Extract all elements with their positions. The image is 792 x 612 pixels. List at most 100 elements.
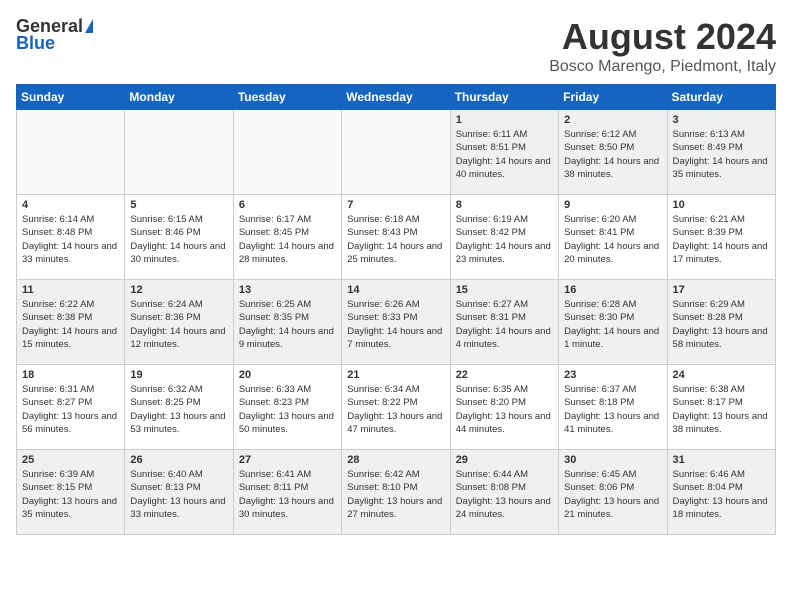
day-number: 21 (347, 369, 444, 381)
calendar-table: SundayMondayTuesdayWednesdayThursdayFrid… (16, 84, 776, 535)
day-of-week-header: Wednesday (342, 85, 450, 110)
calendar-cell: 25 Sunrise: 6:39 AM Sunset: 8:15 PM Dayli… (17, 450, 125, 535)
day-info: Sunrise: 6:13 AM Sunset: 8:49 PM Dayligh… (673, 128, 770, 181)
logo-triangle-icon (85, 19, 93, 33)
day-info: Sunrise: 6:25 AM Sunset: 8:35 PM Dayligh… (239, 298, 336, 351)
calendar-cell: 6Sunrise: 6:17 AM Sunset: 8:45 PM Daylig… (233, 195, 341, 280)
logo: General Blue (16, 16, 93, 54)
day-of-week-header: Monday (125, 85, 233, 110)
day-info: Sunrise: 6:32 AM Sunset: 8:25 PM Dayligh… (130, 383, 227, 436)
day-number: 28 (347, 454, 444, 466)
day-number: 3 (673, 114, 770, 126)
day-number: 29 (456, 454, 553, 466)
day-number: 7 (347, 199, 444, 211)
day-number: 9 (564, 199, 661, 211)
day-info: Sunrise: 6:28 AM Sunset: 8:30 PM Dayligh… (564, 298, 661, 351)
day-info: Sunrise: 6:27 AM Sunset: 8:31 PM Dayligh… (456, 298, 553, 351)
calendar-cell: 11 Sunrise: 6:22 AM Sunset: 8:38 PM Dayli… (17, 280, 125, 365)
day-number: 20 (239, 369, 336, 381)
calendar-cell: 31 Sunrise: 6:46 AM Sunset: 8:04 PM Dayli… (667, 450, 775, 535)
day-number: 18 (22, 369, 119, 381)
calendar-cell: 20 Sunrise: 6:33 AM Sunset: 8:23 PM Dayli… (233, 365, 341, 450)
day-info: Sunrise: 6:46 AM Sunset: 8:04 PM Dayligh… (673, 468, 770, 521)
calendar-cell: 28 Sunrise: 6:42 AM Sunset: 8:10 PM Dayli… (342, 450, 450, 535)
calendar-cell: 12 Sunrise: 6:24 AM Sunset: 8:36 PM Dayli… (125, 280, 233, 365)
day-info: Sunrise: 6:42 AM Sunset: 8:10 PM Dayligh… (347, 468, 444, 521)
day-number: 10 (673, 199, 770, 211)
calendar-subtitle: Bosco Marengo, Piedmont, Italy (549, 58, 776, 76)
day-number: 15 (456, 284, 553, 296)
day-number: 25 (22, 454, 119, 466)
day-of-week-header: Saturday (667, 85, 775, 110)
day-number: 19 (130, 369, 227, 381)
day-info: Sunrise: 6:21 AM Sunset: 8:39 PM Dayligh… (673, 213, 770, 266)
calendar-cell: 2 Sunrise: 6:12 AM Sunset: 8:50 PM Daylig… (559, 110, 667, 195)
calendar-cell: 24Sunrise: 6:38 AM Sunset: 8:17 PM Dayli… (667, 365, 775, 450)
calendar-cell: 21 Sunrise: 6:34 AM Sunset: 8:22 PM Dayli… (342, 365, 450, 450)
calendar-cell: 16 Sunrise: 6:28 AM Sunset: 8:30 PM Dayli… (559, 280, 667, 365)
day-number: 12 (130, 284, 227, 296)
day-number: 30 (564, 454, 661, 466)
day-number: 24 (673, 369, 770, 381)
calendar-cell: 23Sunrise: 6:37 AM Sunset: 8:18 PM Dayli… (559, 365, 667, 450)
calendar-title: August 2024 (549, 16, 776, 58)
day-number: 16 (564, 284, 661, 296)
day-number: 11 (22, 284, 119, 296)
day-number: 23 (564, 369, 661, 381)
calendar-cell: 18 Sunrise: 6:31 AM Sunset: 8:27 PM Dayli… (17, 365, 125, 450)
day-info: Sunrise: 6:18 AM Sunset: 8:43 PM Dayligh… (347, 213, 444, 266)
day-number: 26 (130, 454, 227, 466)
day-info: Sunrise: 6:33 AM Sunset: 8:23 PM Dayligh… (239, 383, 336, 436)
day-info: Sunrise: 6:19 AM Sunset: 8:42 PM Dayligh… (456, 213, 553, 266)
day-info: Sunrise: 6:15 AM Sunset: 8:46 PM Dayligh… (130, 213, 227, 266)
day-number: 5 (130, 199, 227, 211)
day-info: Sunrise: 6:41 AM Sunset: 8:11 PM Dayligh… (239, 468, 336, 521)
calendar-cell (125, 110, 233, 195)
calendar-cell: 30Sunrise: 6:45 AM Sunset: 8:06 PM Dayli… (559, 450, 667, 535)
day-info: Sunrise: 6:40 AM Sunset: 8:13 PM Dayligh… (130, 468, 227, 521)
calendar-cell: 15 Sunrise: 6:27 AM Sunset: 8:31 PM Dayli… (450, 280, 558, 365)
day-of-week-header: Friday (559, 85, 667, 110)
day-of-week-header: Tuesday (233, 85, 341, 110)
day-number: 2 (564, 114, 661, 126)
day-number: 22 (456, 369, 553, 381)
day-info: Sunrise: 6:22 AM Sunset: 8:38 PM Dayligh… (22, 298, 119, 351)
day-info: Sunrise: 6:34 AM Sunset: 8:22 PM Dayligh… (347, 383, 444, 436)
day-info: Sunrise: 6:39 AM Sunset: 8:15 PM Dayligh… (22, 468, 119, 521)
day-info: Sunrise: 6:44 AM Sunset: 8:08 PM Dayligh… (456, 468, 553, 521)
day-info: Sunrise: 6:31 AM Sunset: 8:27 PM Dayligh… (22, 383, 119, 436)
calendar-cell: 7 Sunrise: 6:18 AM Sunset: 8:43 PM Daylig… (342, 195, 450, 280)
calendar-cell: 29 Sunrise: 6:44 AM Sunset: 8:08 PM Dayli… (450, 450, 558, 535)
day-info: Sunrise: 6:29 AM Sunset: 8:28 PM Dayligh… (673, 298, 770, 351)
day-info: Sunrise: 6:35 AM Sunset: 8:20 PM Dayligh… (456, 383, 553, 436)
calendar-cell: 10 Sunrise: 6:21 AM Sunset: 8:39 PM Dayli… (667, 195, 775, 280)
calendar-week-row: 4Sunrise: 6:14 AM Sunset: 8:48 PM Daylig… (17, 195, 776, 280)
day-number: 31 (673, 454, 770, 466)
page-header: General Blue August 2024 Bosco Marengo, … (16, 16, 776, 76)
logo-blue-text: Blue (16, 33, 55, 54)
day-of-week-header: Sunday (17, 85, 125, 110)
calendar-cell (342, 110, 450, 195)
day-number: 1 (456, 114, 553, 126)
day-info: Sunrise: 6:24 AM Sunset: 8:36 PM Dayligh… (130, 298, 227, 351)
day-info: Sunrise: 6:11 AM Sunset: 8:51 PM Dayligh… (456, 128, 553, 181)
day-info: Sunrise: 6:20 AM Sunset: 8:41 PM Dayligh… (564, 213, 661, 266)
day-number: 6 (239, 199, 336, 211)
day-number: 4 (22, 199, 119, 211)
day-number: 17 (673, 284, 770, 296)
calendar-cell (17, 110, 125, 195)
calendar-cell (233, 110, 341, 195)
day-of-week-header: Thursday (450, 85, 558, 110)
calendar-week-row: 25 Sunrise: 6:39 AM Sunset: 8:15 PM Dayli… (17, 450, 776, 535)
calendar-cell: 1 Sunrise: 6:11 AM Sunset: 8:51 PM Daylig… (450, 110, 558, 195)
calendar-cell: 4Sunrise: 6:14 AM Sunset: 8:48 PM Daylig… (17, 195, 125, 280)
calendar-cell: 14Sunrise: 6:26 AM Sunset: 8:33 PM Dayli… (342, 280, 450, 365)
day-number: 27 (239, 454, 336, 466)
day-number: 14 (347, 284, 444, 296)
calendar-cell: 9 Sunrise: 6:20 AM Sunset: 8:41 PM Daylig… (559, 195, 667, 280)
day-info: Sunrise: 6:12 AM Sunset: 8:50 PM Dayligh… (564, 128, 661, 181)
calendar-cell: 5 Sunrise: 6:15 AM Sunset: 8:46 PM Daylig… (125, 195, 233, 280)
day-number: 8 (456, 199, 553, 211)
calendar-cell: 22 Sunrise: 6:35 AM Sunset: 8:20 PM Dayli… (450, 365, 558, 450)
calendar-cell: 26 Sunrise: 6:40 AM Sunset: 8:13 PM Dayli… (125, 450, 233, 535)
